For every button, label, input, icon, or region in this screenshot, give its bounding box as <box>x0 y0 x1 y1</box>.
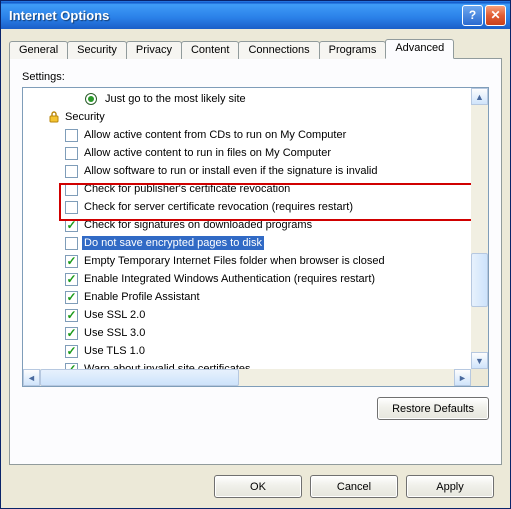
checkbox[interactable] <box>65 345 78 358</box>
window-title: Internet Options <box>9 8 462 23</box>
setting-label: Allow active content to run in files on … <box>82 146 333 160</box>
cancel-button[interactable]: Cancel <box>310 475 398 498</box>
scroll-left-button[interactable]: ◄ <box>23 369 40 386</box>
checkbox[interactable] <box>65 273 78 286</box>
setting-item[interactable]: Check for server certificate revocation … <box>25 198 471 216</box>
setting-label: Use SSL 2.0 <box>82 308 147 322</box>
setting-label: Allow software to run or install even if… <box>82 164 379 178</box>
group-security: Security <box>25 108 471 126</box>
settings-label: Settings: <box>22 71 489 83</box>
tab-privacy[interactable]: Privacy <box>126 41 182 59</box>
settings-tree[interactable]: Just go to the most likely site Security A… <box>22 87 489 387</box>
apply-button[interactable]: Apply <box>406 475 494 498</box>
scroll-down-button[interactable]: ▼ <box>471 352 488 369</box>
restore-defaults-button[interactable]: Restore Defaults <box>377 397 489 420</box>
setting-item[interactable]: Check for publisher's certificate revoca… <box>25 180 471 198</box>
scroll-right-button[interactable]: ► <box>454 369 471 386</box>
checkbox[interactable] <box>65 129 78 142</box>
setting-item[interactable]: Allow active content from CDs to run on … <box>25 126 471 144</box>
checkbox[interactable] <box>65 291 78 304</box>
ok-button[interactable]: OK <box>214 475 302 498</box>
setting-label: Do not save encrypted pages to disk <box>82 236 264 250</box>
scroll-thumb-vertical[interactable] <box>471 253 488 307</box>
checkbox[interactable] <box>65 237 78 250</box>
setting-item[interactable]: Empty Temporary Internet Files folder wh… <box>25 252 471 270</box>
checkbox[interactable] <box>65 165 78 178</box>
setting-item[interactable]: Enable Profile Assistant <box>25 288 471 306</box>
setting-item[interactable]: Do not save encrypted pages to disk <box>25 234 471 252</box>
checkbox[interactable] <box>65 309 78 322</box>
setting-label: Use SSL 3.0 <box>82 326 147 340</box>
group-label: Security <box>65 111 105 123</box>
tab-panel-advanced: Settings: Just go to the most likely sit… <box>9 58 502 465</box>
tab-general[interactable]: General <box>9 41 68 59</box>
setting-item[interactable]: Enable Integrated Windows Authentication… <box>25 270 471 288</box>
checkbox[interactable] <box>65 255 78 268</box>
scroll-up-button[interactable]: ▲ <box>471 88 488 105</box>
setting-label: Enable Integrated Windows Authentication… <box>82 272 377 286</box>
setting-item[interactable]: Allow active content to run in files on … <box>25 144 471 162</box>
setting-label: Check for server certificate revocation … <box>82 200 355 214</box>
setting-label: Empty Temporary Internet Files folder wh… <box>82 254 387 268</box>
setting-label: Check for publisher's certificate revoca… <box>82 182 292 196</box>
radio-icon[interactable] <box>85 93 97 105</box>
setting-item[interactable]: Use TLS 1.0 <box>25 342 471 360</box>
scroll-thumb-horizontal[interactable] <box>40 369 239 386</box>
checkbox[interactable] <box>65 201 78 214</box>
close-button[interactable]: ✕ <box>485 5 506 26</box>
scroll-track-horizontal[interactable] <box>40 369 454 386</box>
tabs-row: General Security Privacy Content Connect… <box>9 37 502 58</box>
tab-advanced[interactable]: Advanced <box>385 39 454 59</box>
setting-item[interactable]: Check for signatures on downloaded progr… <box>25 216 471 234</box>
setting-label: Enable Profile Assistant <box>82 290 202 304</box>
checkbox[interactable] <box>65 147 78 160</box>
setting-label: Use TLS 1.0 <box>82 344 147 358</box>
checkbox[interactable] <box>65 327 78 340</box>
tab-connections[interactable]: Connections <box>238 41 319 59</box>
lock-icon <box>47 110 61 124</box>
tab-content[interactable]: Content <box>181 41 240 59</box>
internet-options-dialog: Internet Options ? ✕ General Security Pr… <box>0 0 511 509</box>
tab-security[interactable]: Security <box>67 41 127 59</box>
checkbox[interactable] <box>65 219 78 232</box>
titlebar[interactable]: Internet Options ? ✕ <box>1 1 510 29</box>
radio-label: Just go to the most likely site <box>103 92 248 106</box>
setting-label: Allow active content from CDs to run on … <box>82 128 348 142</box>
scroll-corner <box>471 369 488 386</box>
horizontal-scrollbar[interactable]: ◄ ► <box>23 369 488 386</box>
setting-item[interactable]: Use SSL 3.0 <box>25 324 471 342</box>
setting-item[interactable]: Use SSL 2.0 <box>25 306 471 324</box>
setting-label: Check for signatures on downloaded progr… <box>82 218 314 232</box>
radio-just-go[interactable]: Just go to the most likely site <box>25 90 471 108</box>
vertical-scrollbar[interactable]: ▲ ▼ <box>471 88 488 369</box>
tab-programs[interactable]: Programs <box>319 41 387 59</box>
setting-item[interactable]: Allow software to run or install even if… <box>25 162 471 180</box>
scroll-track-vertical[interactable] <box>471 105 488 352</box>
checkbox[interactable] <box>65 183 78 196</box>
help-button[interactable]: ? <box>462 5 483 26</box>
